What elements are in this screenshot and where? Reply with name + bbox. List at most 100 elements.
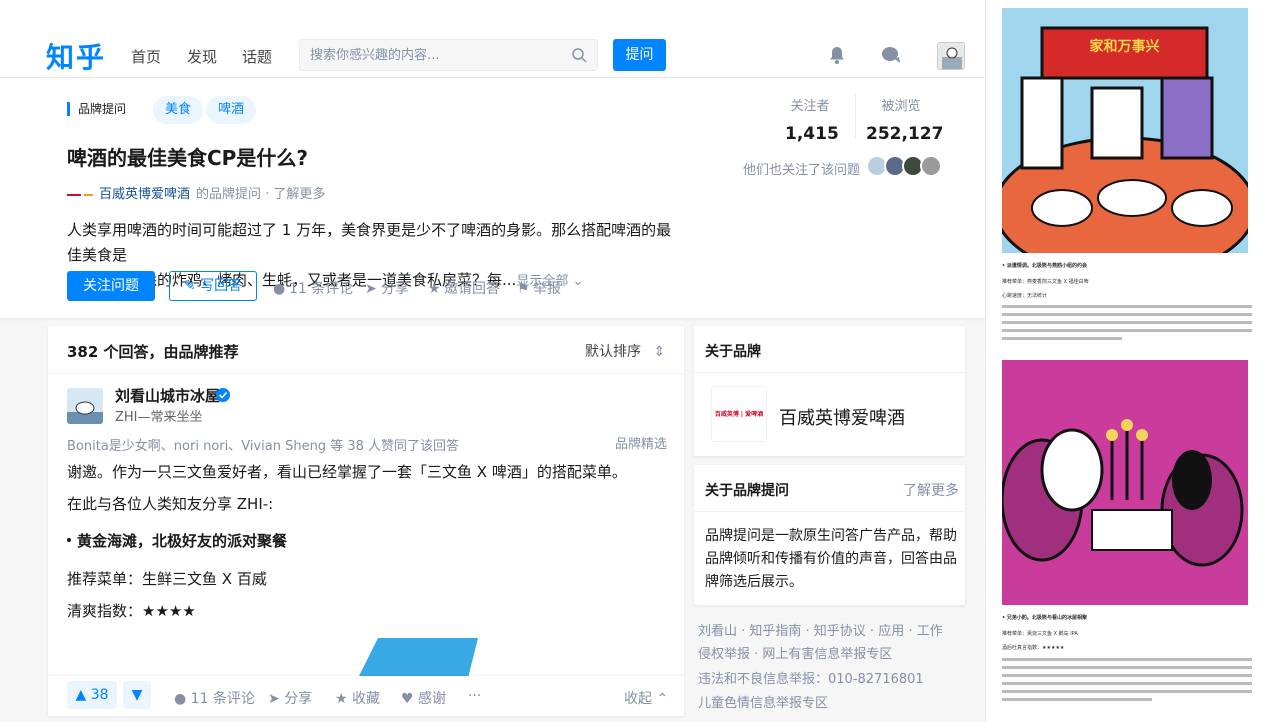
learn-more-link[interactable]: 了解更多 [903, 480, 959, 500]
top-navbar: 知乎 首页 发现 话题 提问 [0, 0, 985, 78]
answers-header: 382 个回答，由品牌推荐 默认排序 ⇕ [48, 326, 684, 374]
comment-icon: ● [273, 281, 286, 297]
zhihu-logo[interactable]: 知乎 [46, 36, 106, 76]
collect-button[interactable]: ★ 收藏 [335, 688, 380, 708]
article-preview-strip: 家和万事兴 • 派遣情调。北极熊与燕鸥小组的约会 推荐菜单：燕麦香煎三文鱼 X … [985, 0, 1270, 722]
answer-paragraph: 清爽指数：★★★★ [67, 602, 196, 620]
ask-button[interactable]: 提问 [613, 39, 666, 71]
brand-link[interactable]: 百威英博爱啤酒 [99, 187, 190, 202]
triangle-down-icon: ▼ [131, 687, 143, 703]
answer-bullet: 黄金海滩，北极好友的派对聚餐 [66, 532, 288, 550]
nav-topics[interactable]: 话题 [242, 46, 272, 67]
brand-question-tag: 品牌提问 [67, 102, 126, 116]
answers-card: 382 个回答，由品牌推荐 默认排序 ⇕ 刘看山城市冰屋 ZHI—常来坐坐 Bo… [48, 326, 684, 716]
author-bio: ZHI—常来坐坐 [115, 410, 203, 425]
sort-dropdown[interactable]: 默认排序 ⇕ [585, 341, 665, 361]
answer-comments-button[interactable]: ● 11 条评论 [174, 688, 255, 708]
star-icon: ★ [428, 281, 441, 297]
strip-text: 酒后吐真言指数：★★★★★ [1002, 645, 1065, 651]
collapse-button[interactable]: 收起 ⌃ [624, 688, 668, 708]
share-icon: ➤ [268, 691, 280, 707]
strip-text: 推荐菜单：熏烧三文鱼 X 鹅岛 IPA [1002, 631, 1078, 637]
about-brand-card: 关于品牌 百威英博 | 爱啤酒 百威英博爱啤酒 [694, 326, 965, 456]
answers-count: 382 个回答，由品牌推荐 [67, 343, 239, 361]
upvote-button[interactable]: ▲ 38 [67, 681, 117, 709]
about-ask-text: 品牌提问是一款原生问答广告产品，帮助品牌倾听和传播有价值的声音，回答由品牌筛选后… [705, 528, 957, 590]
comment-icon: ● [174, 691, 187, 707]
about-brand-title: 关于品牌 [705, 344, 761, 360]
author-avatar[interactable] [67, 388, 103, 424]
pencil-icon: ✎ [183, 278, 196, 294]
report-button[interactable]: ⚑ 举报 [517, 278, 561, 298]
user-avatar[interactable] [937, 42, 965, 70]
divider [694, 511, 965, 512]
search-box [299, 39, 598, 71]
nav-discover[interactable]: 发现 [187, 46, 217, 67]
verified-badge-icon [216, 388, 230, 402]
heart-icon: ♥ [401, 691, 414, 707]
search-icon[interactable] [571, 47, 587, 63]
strip-text: 推荐菜单：燕麦香煎三文鱼 X 福佳白啤 [1002, 279, 1089, 285]
strip-caption: • 兄弟小酌。北极熊与看山的冰屋相聚 [1002, 615, 1087, 621]
star-icon: ★ [335, 691, 348, 707]
footer-links[interactable]: 儿童色情信息举报专区 [698, 692, 828, 711]
also-follow-label: 他们也关注了该问题 [743, 163, 861, 178]
invite-button[interactable]: ★ 邀请回答 [428, 278, 500, 298]
brand-suffix[interactable]: 的品牌提问 · 了解更多 [196, 187, 325, 202]
search-input[interactable] [300, 40, 560, 70]
views-stat: 被浏览 252,127 [866, 95, 944, 144]
triangle-up-icon: ▲ [75, 687, 87, 703]
sort-icon: ⇕ [653, 344, 666, 360]
question-title: 啤酒的最佳美食CP是什么? [67, 146, 308, 170]
footer-links[interactable]: 违法和不良信息举报：010-82716801 [698, 668, 924, 687]
banner-text: 家和万事兴 [1089, 39, 1160, 55]
voters-line[interactable]: Bonita是少女啊、nori nori、Vivian Sheng 等 38 人… [67, 435, 459, 454]
brand-mini-logo [67, 193, 93, 196]
strip-paragraph-lines [1002, 658, 1252, 701]
answer-action-bar: ▲ 38 ▼ ● 11 条评论 ➤ 分享 ★ 收藏 ♥ 感谢 ··· 收起 ⌃ [48, 676, 684, 716]
follow-question-button[interactable]: 关注问题 [67, 271, 155, 301]
about-ask-title: 关于品牌提问 [705, 483, 789, 499]
follower-avatar[interactable] [920, 155, 942, 177]
brand-name[interactable]: 百威英博爱啤酒 [779, 404, 905, 430]
author-name[interactable]: 刘看山城市冰屋 [115, 385, 220, 406]
message-icon[interactable] [880, 44, 902, 66]
topic-beer[interactable]: 啤酒 [206, 96, 257, 124]
answer-share-button[interactable]: ➤ 分享 [268, 688, 312, 708]
share-button[interactable]: ➤ 分享 [365, 278, 409, 298]
desc-line-1: 人类享用啤酒的时间可能超过了 1 万年，美食界更是少不了啤酒的身影。那么搭配啤酒… [67, 221, 672, 264]
answer-paragraph: 在此与各位人类知友分享 ZHI-: [67, 495, 274, 513]
illustration-dinner [1002, 360, 1248, 605]
answer-image[interactable] [348, 638, 478, 678]
topic-food[interactable]: 美食 [153, 96, 204, 124]
followers-stat[interactable]: 关注者 1,415 [785, 95, 839, 144]
downvote-button[interactable]: ▼ [123, 681, 151, 709]
chevron-up-icon: ⌃ [656, 691, 669, 707]
bell-icon[interactable] [826, 44, 848, 66]
footer-links[interactable]: 侵权举报 · 网上有害信息举报专区 [698, 643, 892, 662]
stat-divider [855, 94, 856, 138]
views-count: 252,127 [866, 124, 944, 144]
chevron-down-icon: ⌄ [572, 274, 584, 289]
about-brand-ask-card: 关于品牌提问 了解更多 品牌提问是一款原生问答广告产品，帮助品牌倾听和传播有价值… [694, 465, 965, 605]
followers-count: 1,415 [785, 124, 839, 144]
share-icon: ➤ [365, 281, 377, 297]
divider [694, 372, 965, 373]
nav-home[interactable]: 首页 [131, 46, 161, 67]
question-header: 品牌提问 美食 啤酒 啤酒的最佳美食CP是什么? 百威英博爱啤酒 的品牌提问 · … [0, 78, 985, 318]
strip-caption: • 派遣情调。北极熊与燕鸥小组的约会 [1002, 263, 1087, 269]
answer-paragraph: 推荐菜单：生鲜三文鱼 X 百威 [67, 570, 267, 588]
followers-label: 关注者 [790, 99, 830, 114]
comments-button[interactable]: ● 11 条评论 [273, 278, 353, 298]
flag-icon: ⚑ [517, 281, 530, 297]
footer-links[interactable]: 刘看山 · 知乎指南 · 知乎协议 · 应用 · 工作 [698, 620, 943, 639]
thanks-button[interactable]: ♥ 感谢 [401, 688, 446, 708]
brand-line: 百威英博爱啤酒 的品牌提问 · 了解更多 [67, 183, 325, 202]
strip-paragraph-lines [1002, 305, 1252, 340]
answer-paragraph: 谢邀。作为一只三文鱼爱好者，看山已经掌握了一套「三文鱼 X 啤酒」的搭配菜单。 [67, 463, 627, 481]
more-button[interactable]: ··· [468, 688, 481, 704]
brand-logo[interactable]: 百威英博 | 爱啤酒 [711, 386, 767, 442]
write-answer-button[interactable]: ✎ 写回答 [169, 271, 257, 301]
views-label: 被浏览 [881, 99, 921, 114]
strip-text: 心跳速度：无法统计 [1002, 293, 1048, 299]
